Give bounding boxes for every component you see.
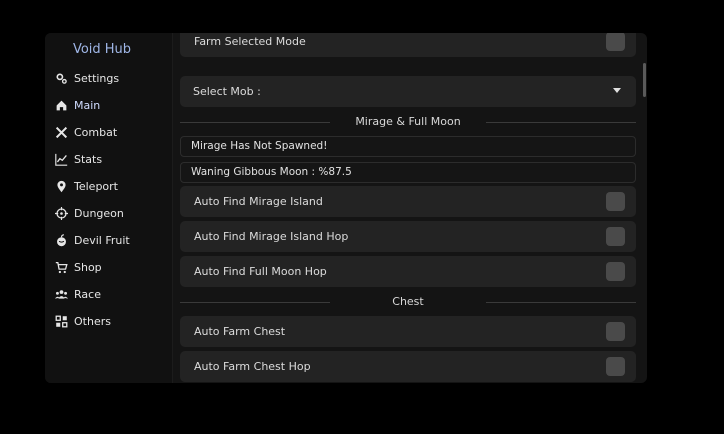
mirage-status-label: Mirage Has Not Spawned! xyxy=(180,136,636,157)
auto-farm-chest-row[interactable]: Auto Farm Chest xyxy=(180,316,636,347)
sidebar-item-devil-fruit[interactable]: Devil Fruit xyxy=(54,230,164,250)
section-header-chest: Chest xyxy=(180,293,636,311)
auto-find-mirage-island-hop-row[interactable]: Auto Find Mirage Island Hop xyxy=(180,221,636,252)
select-mob-dropdown[interactable]: Select Mob : xyxy=(180,76,636,107)
sidebar-item-label: Others xyxy=(74,314,111,328)
auto-find-mirage-island-hop-label: Auto Find Mirage Island Hop xyxy=(194,230,349,243)
chevron-down-icon xyxy=(613,88,621,93)
sidebar-item-combat[interactable]: Combat xyxy=(54,122,164,142)
auto-find-mirage-island-label: Auto Find Mirage Island xyxy=(194,195,323,208)
main-panel: Farm Selected Mode Select Mob : Mirage &… xyxy=(173,33,647,383)
map-pin-icon xyxy=(54,179,68,193)
sidebar-item-label: Dungeon xyxy=(74,206,124,220)
crossed-swords-icon xyxy=(54,125,68,139)
mirage-status-text: Mirage Has Not Spawned! xyxy=(191,140,328,152)
chart-line-icon xyxy=(54,152,68,166)
auto-find-full-moon-hop-row[interactable]: Auto Find Full Moon Hop xyxy=(180,256,636,287)
sidebar-item-main[interactable]: Main xyxy=(54,95,164,115)
home-icon xyxy=(54,98,68,112)
farm-selected-mode-label: Farm Selected Mode xyxy=(194,35,306,48)
sidebar-item-stats[interactable]: Stats xyxy=(54,149,164,169)
auto-farm-chest-hop-toggle[interactable] xyxy=(606,357,625,376)
sidebar-item-label: Race xyxy=(74,287,101,301)
sidebar-item-settings[interactable]: Settings xyxy=(54,68,164,88)
sidebar-item-shop[interactable]: Shop xyxy=(54,257,164,277)
auto-farm-chest-hop-row[interactable]: Auto Farm Chest Hop xyxy=(180,351,636,382)
sidebar: Void Hub Settings Main Combat Stats Tele… xyxy=(45,33,173,383)
auto-farm-chest-toggle[interactable] xyxy=(606,322,625,341)
app-title: Void Hub xyxy=(72,42,132,57)
auto-find-mirage-island-hop-toggle[interactable] xyxy=(606,227,625,246)
auto-farm-chest-label: Auto Farm Chest xyxy=(194,325,286,338)
sidebar-item-others[interactable]: Others xyxy=(54,311,164,331)
sidebar-item-race[interactable]: Race xyxy=(54,284,164,304)
auto-find-full-moon-hop-label: Auto Find Full Moon Hop xyxy=(194,265,327,278)
sidebar-item-label: Combat xyxy=(74,125,118,139)
select-mob-label: Select Mob : xyxy=(193,85,261,98)
users-icon xyxy=(54,287,68,301)
divider xyxy=(486,302,636,303)
sidebar-item-teleport[interactable]: Teleport xyxy=(54,176,164,196)
hub-window: Void Hub Settings Main Combat Stats Tele… xyxy=(45,33,647,383)
gears-icon xyxy=(54,71,68,85)
divider xyxy=(180,122,330,123)
moon-status-label: Waning Gibbous Moon : %87.5 xyxy=(180,162,636,183)
section-title: Chest xyxy=(392,295,424,308)
divider xyxy=(486,122,636,123)
farm-selected-mode-toggle[interactable] xyxy=(606,33,625,51)
farm-selected-mode-row[interactable]: Farm Selected Mode xyxy=(180,33,636,57)
divider xyxy=(180,302,330,303)
sidebar-item-label: Devil Fruit xyxy=(74,233,130,247)
cart-icon xyxy=(54,260,68,274)
moon-status-text: Waning Gibbous Moon : %87.5 xyxy=(191,166,352,178)
sidebar-item-dungeon[interactable]: Dungeon xyxy=(54,203,164,223)
auto-find-mirage-island-toggle[interactable] xyxy=(606,192,625,211)
fruit-icon xyxy=(54,233,68,247)
crosshair-icon xyxy=(54,206,68,220)
auto-find-mirage-island-row[interactable]: Auto Find Mirage Island xyxy=(180,186,636,217)
section-header-mirage: Mirage & Full Moon xyxy=(180,113,636,131)
sidebar-item-label: Shop xyxy=(74,260,102,274)
sidebar-item-label: Settings xyxy=(74,71,120,85)
auto-find-full-moon-hop-toggle[interactable] xyxy=(606,262,625,281)
section-title: Mirage & Full Moon xyxy=(355,115,461,128)
sidebar-item-label: Teleport xyxy=(74,179,118,193)
grid-icon xyxy=(54,314,68,328)
auto-farm-chest-hop-label: Auto Farm Chest Hop xyxy=(194,360,311,373)
scrollbar[interactable] xyxy=(643,63,646,97)
sidebar-item-label: Stats xyxy=(74,152,103,166)
sidebar-item-label: Main xyxy=(74,98,101,112)
